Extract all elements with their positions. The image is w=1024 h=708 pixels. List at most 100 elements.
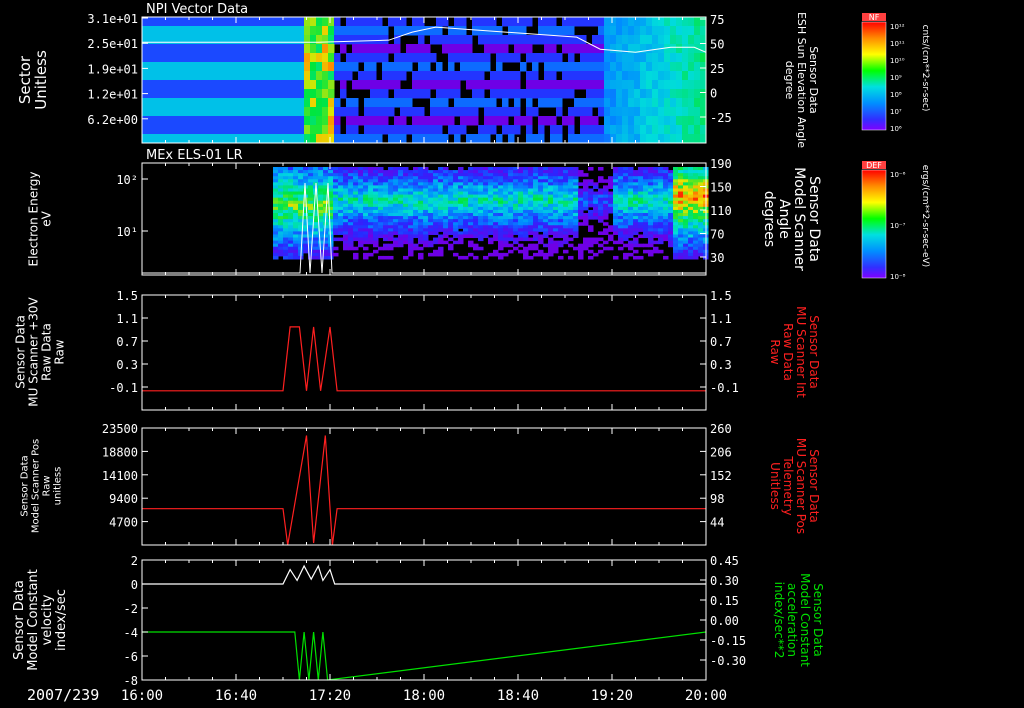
heatmap-cell — [328, 134, 335, 144]
heatmap-cell — [463, 222, 469, 226]
heatmap-cell — [433, 173, 439, 177]
heatmap-cell — [412, 125, 419, 135]
heatmap-cell — [436, 62, 443, 72]
heatmap-cell — [423, 191, 429, 196]
heatmap-cell — [683, 252, 689, 257]
heatmap-cell — [408, 173, 414, 177]
heatmap-cell — [423, 231, 429, 235]
heatmap-cell — [648, 167, 654, 171]
y-tick-label: 1.2e+01 — [87, 88, 138, 102]
heatmap-cell — [466, 71, 473, 81]
heatmap-cell — [523, 182, 529, 186]
heatmap-cell — [368, 167, 374, 171]
heatmap-cell — [458, 213, 464, 217]
heatmap-cell — [343, 246, 349, 251]
heatmap-cell — [683, 246, 689, 251]
heatmap-cell — [484, 35, 491, 45]
heatmap-cell — [463, 185, 469, 189]
heatmap-cell — [663, 206, 669, 211]
heatmap-cell — [448, 194, 454, 199]
heatmap-cell — [683, 228, 689, 232]
heatmap-cell — [448, 116, 455, 126]
heatmap-cell — [588, 249, 594, 254]
heatmap-cell — [208, 125, 215, 135]
colorbar-tick-label: 10¹¹ — [890, 40, 905, 48]
heatmap-cell — [418, 107, 425, 117]
heatmap-cell — [658, 80, 665, 90]
heatmap-cell — [250, 134, 257, 144]
heatmap-cell — [262, 89, 269, 99]
x-tick-label: 18:00 — [403, 688, 445, 704]
heatmap-cell — [323, 200, 329, 205]
heatmap-cell — [226, 98, 233, 108]
heatmap-cell — [298, 98, 305, 108]
heatmap-cell — [498, 228, 504, 232]
heatmap-cell — [428, 209, 434, 214]
heatmap-cell — [628, 246, 634, 251]
heatmap-cell — [214, 17, 221, 27]
heatmap-cell — [408, 237, 414, 242]
heatmap-cell — [398, 176, 404, 180]
heatmap-cell — [303, 176, 309, 180]
heatmap-cell — [220, 71, 227, 81]
heatmap-cell — [292, 17, 299, 27]
heatmap-cell — [398, 225, 404, 229]
heatmap-cell — [683, 194, 689, 199]
heatmap-cell — [673, 188, 679, 193]
heatmap-cell — [286, 17, 293, 27]
heatmap-cell — [538, 125, 545, 135]
heatmap-cell — [616, 80, 623, 90]
heatmap-cell — [658, 107, 665, 117]
heatmap-cell — [563, 203, 569, 208]
heatmap-cell — [558, 170, 564, 174]
heatmap-cell — [514, 44, 521, 54]
heatmap-cell — [368, 188, 374, 193]
heatmap-cell — [688, 71, 695, 81]
heatmap-cell — [698, 200, 704, 205]
heatmap-cell — [580, 44, 587, 54]
chart-stage: 16:00 16:40 17:20 18:00 18:40 19:20 20:00 3.1e+… — [0, 0, 1024, 708]
heatmap-cell — [648, 237, 654, 242]
heatmap-cell — [340, 26, 347, 36]
heatmap-cell — [658, 98, 665, 108]
heatmap-cell — [352, 116, 359, 126]
heatmap-cell — [643, 200, 649, 205]
heatmap-cell — [513, 182, 519, 186]
heatmap-cell — [498, 234, 504, 239]
heatmap-cell — [196, 125, 203, 135]
heatmap-cell — [304, 125, 311, 135]
heatmap-cell — [304, 17, 311, 27]
heatmap-cell — [388, 231, 394, 235]
heatmap-cell — [343, 240, 349, 245]
heatmap-cell — [288, 173, 294, 177]
heatmap-cell — [358, 35, 365, 45]
heatmap-cell — [698, 194, 704, 199]
heatmap-cell — [538, 35, 545, 45]
heatmap-cell — [648, 191, 654, 196]
heatmap-cell — [438, 203, 444, 208]
heatmap-cell — [358, 203, 364, 208]
heatmap-cell — [428, 240, 434, 245]
heatmap-cell — [273, 246, 279, 251]
heatmap-cell — [648, 222, 654, 226]
heatmap-cell — [178, 98, 185, 108]
heatmap-cell — [304, 44, 311, 54]
heatmap-cell — [678, 206, 684, 211]
heatmap-cell — [523, 249, 529, 254]
heatmap-cell — [550, 80, 557, 90]
heatmap-cell — [358, 44, 365, 54]
heatmap-cell — [323, 225, 329, 229]
heatmap-cell — [298, 62, 305, 72]
heatmap-cell — [664, 116, 671, 126]
heatmap-cell — [293, 243, 299, 248]
heatmap-cell — [526, 53, 533, 63]
heatmap-cell — [518, 228, 524, 232]
heatmap-cell — [460, 116, 467, 126]
heatmap-cell — [646, 107, 653, 117]
heatmap-cell — [308, 167, 314, 171]
heatmap-cell — [603, 231, 609, 235]
heatmap-cell — [292, 44, 299, 54]
heatmap-cell — [640, 89, 647, 99]
heatmap-cell — [438, 216, 444, 220]
heatmap-cell — [673, 167, 679, 171]
